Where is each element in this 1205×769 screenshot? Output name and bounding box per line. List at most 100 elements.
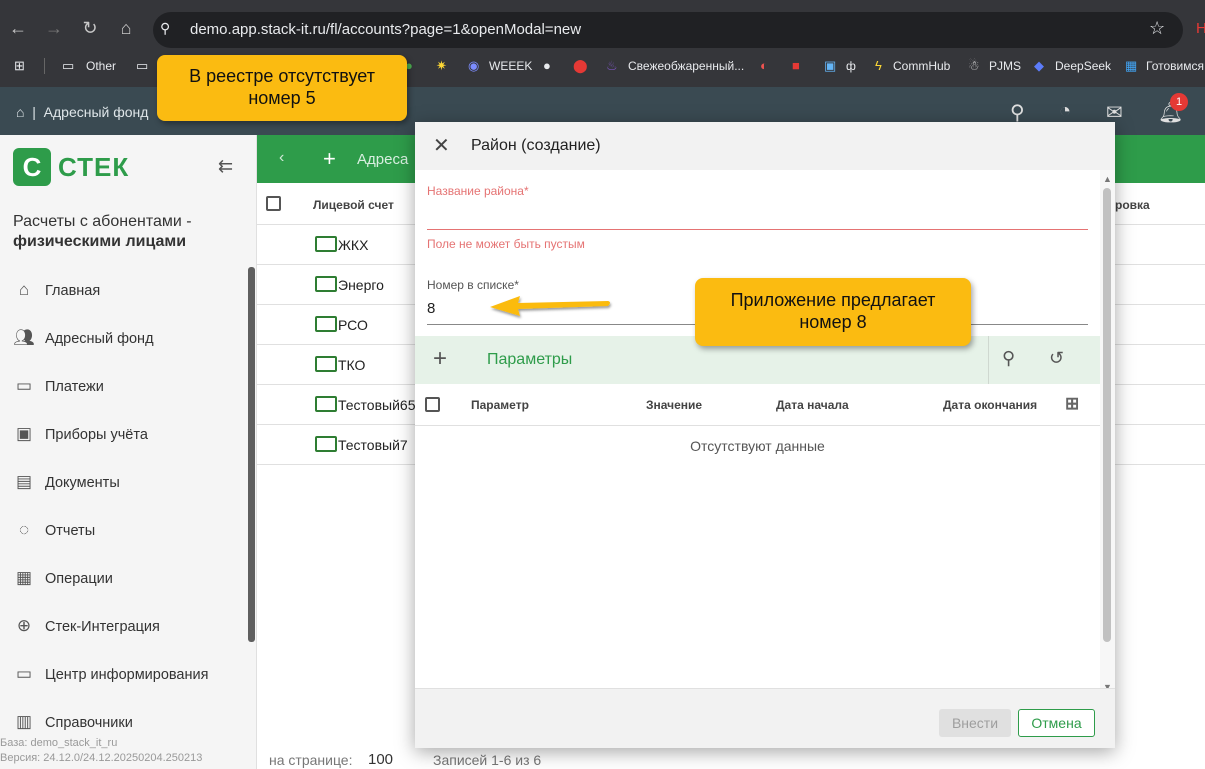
pizza-icon[interactable]: ◐: [760, 58, 768, 73]
chat-icon: ▭: [15, 664, 33, 683]
modal-footer: Внести Отмена: [415, 688, 1115, 748]
col-end-date[interactable]: Дата окончания: [943, 398, 1037, 412]
folder-icon: [315, 236, 337, 252]
col-value[interactable]: Значение: [646, 398, 702, 412]
close-icon[interactable]: ✕: [433, 133, 450, 158]
callout-registry: В реестре отсутствует номер 5: [157, 55, 407, 121]
district-name-input[interactable]: [427, 202, 1088, 228]
reload-icon[interactable]: ↻: [78, 16, 102, 40]
modal-scrollbar-thumb[interactable]: [1103, 188, 1111, 642]
book-icon: ▥: [15, 712, 33, 731]
speedometer-icon[interactable]: ◔: [1059, 100, 1071, 123]
toolbar-divider: [988, 336, 989, 384]
records-count: Записей 1-6 из 6: [433, 752, 542, 768]
url-text[interactable]: demo.app.stack-it.ru/fl/accounts?page=1&…: [190, 21, 581, 38]
bookmark-coffee[interactable]: Свежеобжаренный...: [628, 59, 744, 73]
people-icon: 👥︎: [13, 328, 35, 347]
breadcrumb-label[interactable]: Адресный фонд: [44, 104, 149, 120]
folder-icon: [315, 436, 337, 452]
create-district-modal: ✕ Район (создание) Название района* Поле…: [415, 122, 1115, 748]
toolbar-label: Адреса: [357, 151, 409, 168]
modal-title: Район (создание): [471, 137, 601, 154]
meter-icon: ▣: [15, 424, 33, 443]
breadcrumb: ⌂ | Адресный фонд: [16, 104, 149, 120]
apply-button[interactable]: Внести: [939, 709, 1011, 737]
logo-text: СТЕК: [58, 152, 130, 182]
footer-version: Версия: 24.12.0/24.12.20250204.250213: [0, 752, 203, 764]
globe-icon: ⊕: [16, 616, 32, 635]
list-number-input[interactable]: 8: [427, 300, 435, 317]
notification-badge: 1: [1170, 93, 1188, 111]
back-icon[interactable]: ←: [6, 16, 30, 40]
select-all-checkbox[interactable]: [266, 196, 281, 211]
prep-icon: ▦: [1125, 58, 1138, 73]
deepseek-icon: ◆: [1034, 58, 1044, 73]
bookmark-f[interactable]: ф: [846, 59, 856, 73]
im-icon[interactable]: ■: [792, 58, 800, 73]
1b-icon: ▣: [824, 58, 837, 73]
callout-registry-line2: номер 5: [248, 88, 316, 108]
bookmark-prep[interactable]: Готовимся: [1146, 59, 1204, 73]
callout-arrow: [490, 296, 610, 316]
callout-app-line2: номер 8: [799, 312, 867, 332]
chevron-left-icon[interactable]: ‹: [279, 149, 284, 167]
district-name-underline: [427, 229, 1088, 230]
col-account[interactable]: Лицевой счет: [313, 198, 394, 212]
params-label: Параметры: [487, 351, 573, 368]
weeek-icon: ◉: [468, 58, 480, 73]
callout-app: Приложение предлагает номер 8: [695, 278, 971, 346]
sidebar-subtitle: физическими лицами: [13, 233, 187, 250]
folder-icon: [315, 316, 337, 332]
collapse-menu-icon[interactable]: ⇇: [218, 156, 233, 177]
github-icon[interactable]: ●: [543, 58, 551, 73]
bookmark-other[interactable]: Other: [86, 59, 116, 73]
sidebar-title: Расчеты с абонентами -: [13, 213, 192, 230]
sidebar-scrollbar[interactable]: [248, 267, 255, 642]
bookmark-divider: [44, 58, 45, 74]
table-settings-icon[interactable]: ⊞: [1065, 394, 1079, 414]
apps-grid-icon[interactable]: ⊞: [14, 58, 25, 74]
bookmark-weeek[interactable]: WEEEK: [489, 59, 532, 73]
profile-letter[interactable]: Н: [1196, 20, 1205, 37]
scroll-up-icon[interactable]: ▲: [1103, 174, 1112, 184]
flame-icon: ♨: [606, 58, 618, 73]
params-table-header: Параметр Значение Дата начала Дата оконч…: [415, 384, 1100, 426]
card-icon: ▭: [15, 376, 33, 395]
calendar-clock-icon: ▦: [15, 568, 33, 587]
params-select-all-checkbox[interactable]: [425, 397, 440, 412]
callout-app-line1: Приложение предлагает: [730, 290, 936, 310]
pjms-icon: ☃: [968, 58, 980, 73]
forward-icon[interactable]: →: [42, 16, 66, 40]
cancel-button[interactable]: Отмена: [1018, 709, 1095, 737]
add-param-icon[interactable]: +: [433, 345, 447, 373]
lightning-icon: ϟ: [875, 58, 882, 73]
history-icon[interactable]: ↺: [1049, 348, 1064, 369]
home-icon[interactable]: ⌂: [114, 16, 138, 40]
per-page-label: на странице:: [269, 752, 353, 768]
site-info-icon[interactable]: ⚲: [160, 20, 170, 37]
bookmark-deepseek[interactable]: DeepSeek: [1055, 59, 1111, 73]
modal-header: ✕ Район (создание): [415, 122, 1115, 170]
add-icon[interactable]: +: [323, 146, 336, 172]
folder-icon: [315, 276, 337, 292]
record-icon[interactable]: ⬤: [573, 58, 588, 74]
home-icon[interactable]: ⌂: [16, 104, 24, 120]
document-icon: ▤: [15, 472, 33, 491]
search-icon[interactable]: ⚲: [1002, 348, 1015, 369]
per-page-select[interactable]: 100: [368, 751, 393, 768]
logo-icon: C: [13, 148, 51, 186]
folder-icon: ▭: [62, 58, 75, 73]
sun-icon: ✷: [436, 58, 447, 73]
col-right[interactable]: ровка: [1115, 198, 1150, 212]
donut-chart-icon: ◌: [18, 520, 30, 539]
bookmark-commhub[interactable]: CommHub: [893, 59, 950, 73]
col-param[interactable]: Параметр: [471, 398, 529, 412]
folder-icon: [315, 356, 337, 372]
bookmark-star-icon[interactable]: ☆: [1149, 18, 1165, 39]
empty-state: Отсутствуют данные: [690, 438, 825, 454]
folder-icon: ▭: [136, 58, 149, 73]
col-start-date[interactable]: Дата начала: [776, 398, 849, 412]
bookmark-pjms[interactable]: PJMS: [989, 59, 1021, 73]
footer-db: База: demo_stack_it_ru: [0, 737, 118, 749]
callout-registry-line1: В реестре отсутствует: [189, 66, 375, 86]
